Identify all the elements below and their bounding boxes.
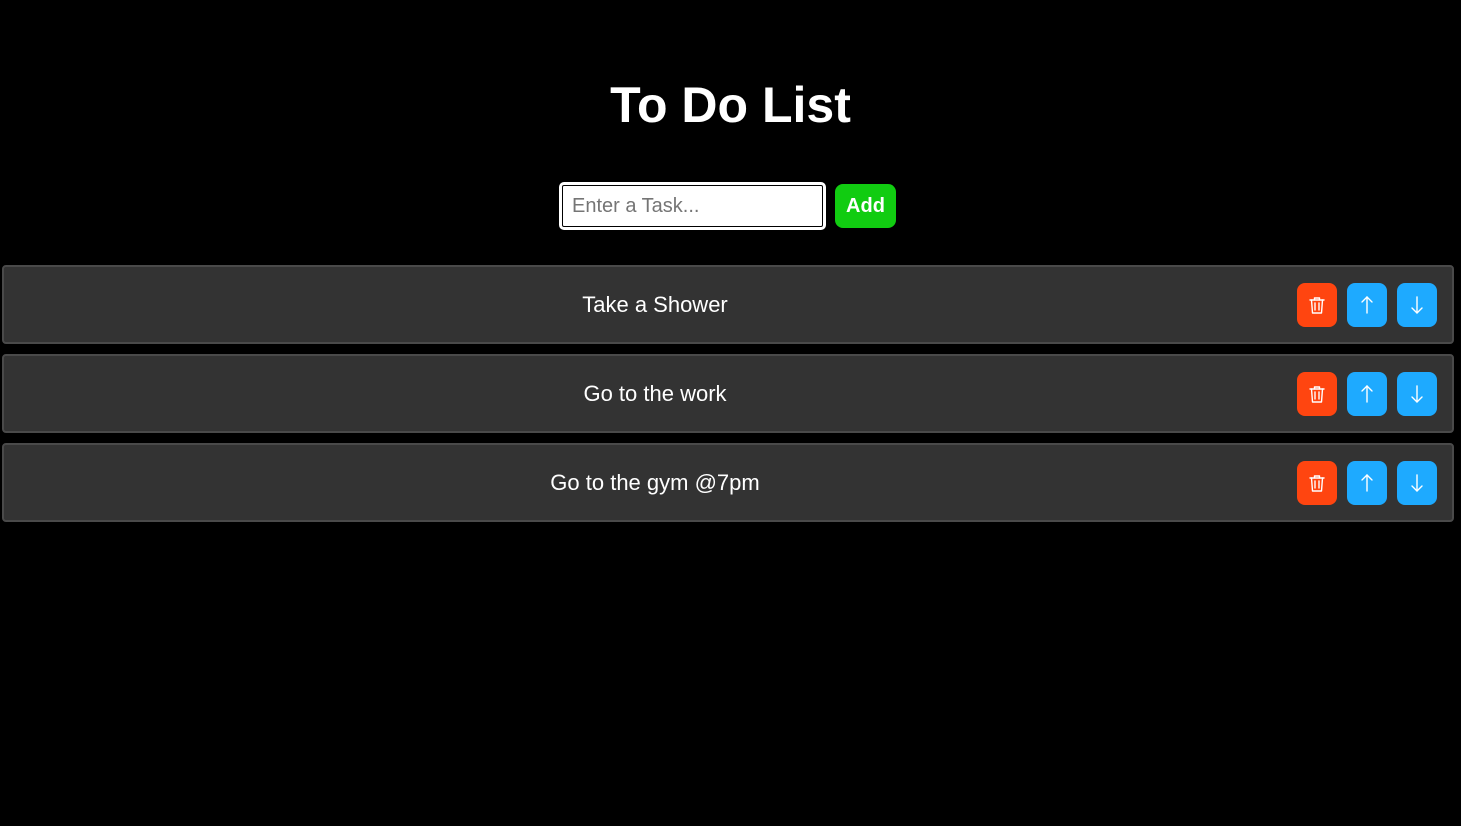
task-text: Go to the work <box>583 380 727 406</box>
arrow-down-icon <box>1410 295 1424 315</box>
task-input-row: Add <box>559 182 896 230</box>
add-button[interactable]: Add <box>835 184 896 228</box>
task-list: Take a Shower Go to the work Go to the g… <box>2 265 1454 532</box>
task-text: Take a Shower <box>582 291 728 317</box>
task-input[interactable] <box>559 182 826 230</box>
trash-icon <box>1309 474 1325 492</box>
delete-button[interactable] <box>1297 283 1337 327</box>
arrow-up-icon <box>1360 473 1374 493</box>
todo-app: To Do List Add Take a Shower <box>0 0 1461 826</box>
task-item: Go to the work <box>2 354 1454 433</box>
task-actions <box>1297 283 1437 327</box>
trash-icon <box>1309 296 1325 314</box>
task-actions <box>1297 372 1437 416</box>
move-up-button[interactable] <box>1347 372 1387 416</box>
arrow-down-icon <box>1410 384 1424 404</box>
arrow-up-icon <box>1360 295 1374 315</box>
task-actions <box>1297 461 1437 505</box>
move-up-button[interactable] <box>1347 283 1387 327</box>
task-item: Take a Shower <box>2 265 1454 344</box>
move-down-button[interactable] <box>1397 461 1437 505</box>
delete-button[interactable] <box>1297 461 1337 505</box>
move-down-button[interactable] <box>1397 372 1437 416</box>
task-item: Go to the gym @7pm <box>2 443 1454 522</box>
delete-button[interactable] <box>1297 372 1337 416</box>
move-down-button[interactable] <box>1397 283 1437 327</box>
trash-icon <box>1309 385 1325 403</box>
arrow-up-icon <box>1360 384 1374 404</box>
move-up-button[interactable] <box>1347 461 1387 505</box>
arrow-down-icon <box>1410 473 1424 493</box>
page-title: To Do List <box>610 77 851 133</box>
task-text: Go to the gym @7pm <box>550 469 760 495</box>
